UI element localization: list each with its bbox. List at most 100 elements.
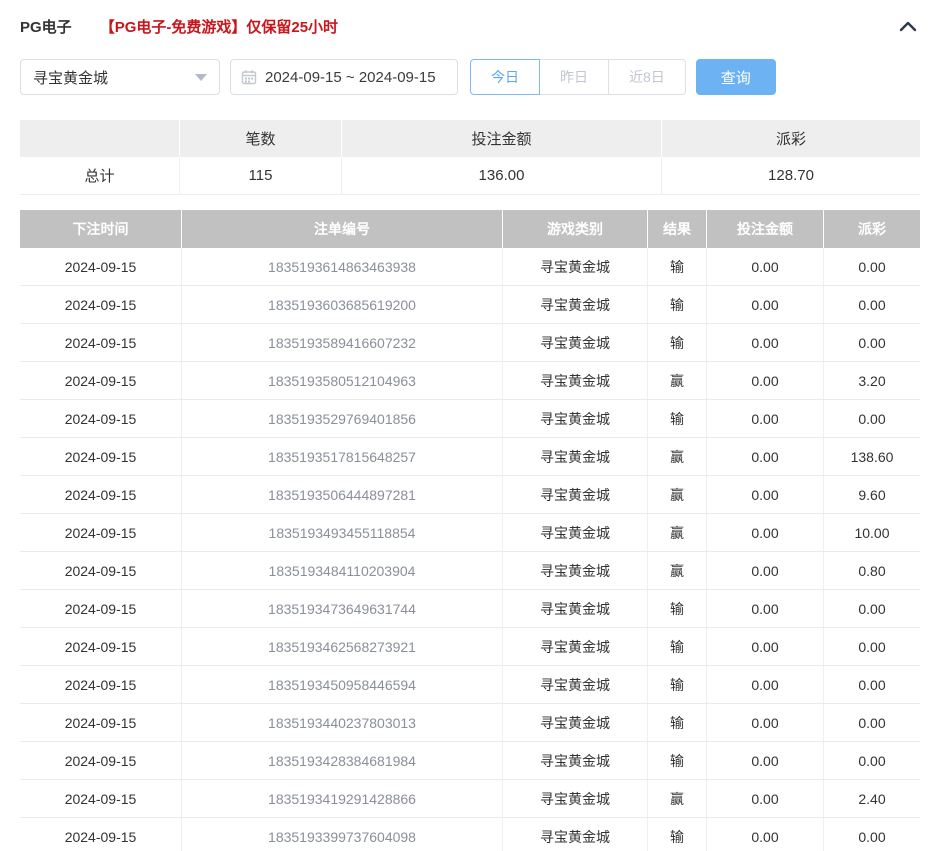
payout-cell: 138.60: [824, 438, 920, 475]
bet-time-cell: 2024-09-15: [20, 286, 182, 323]
bet-time-cell: 2024-09-15: [20, 552, 182, 589]
payout-cell: 0.00: [824, 590, 920, 627]
game-type-cell: 寻宝黄金城: [503, 818, 648, 851]
game-type-cell: 寻宝黄金城: [503, 552, 648, 589]
bet-id-cell: 1835193428384681984: [182, 742, 503, 779]
summary-header-row: 笔数投注金额派彩: [20, 120, 920, 157]
bet-amount-cell: 0.00: [707, 438, 824, 475]
payout-cell: 0.00: [824, 324, 920, 361]
bet-id-cell: 1835193493455118854: [182, 514, 503, 551]
payout-cell: 0.00: [824, 742, 920, 779]
game-type-cell: 寻宝黄金城: [503, 476, 648, 513]
game-type-cell: 寻宝黄金城: [503, 590, 648, 627]
payout-cell: 2.40: [824, 780, 920, 817]
payout-cell: 0.80: [824, 552, 920, 589]
summary-total-cell-1: 115: [180, 157, 342, 195]
bet-time-cell: 2024-09-15: [20, 438, 182, 475]
collapse-button[interactable]: [896, 14, 920, 38]
game-type-cell: 寻宝黄金城: [503, 324, 648, 361]
result-cell: 赢: [648, 552, 707, 589]
bet-amount-cell: 0.00: [707, 324, 824, 361]
game-type-cell: 寻宝黄金城: [503, 248, 648, 285]
bet-column-header-2: 游戏类别: [503, 210, 648, 248]
payout-cell: 9.60: [824, 476, 920, 513]
table-row: 2024-09-151835193614863463938寻宝黄金城输0.000…: [20, 248, 920, 286]
payout-cell: 0.00: [824, 818, 920, 851]
table-row: 2024-09-151835193529769401856寻宝黄金城输0.000…: [20, 400, 920, 438]
range-button-today[interactable]: 今日: [470, 59, 540, 95]
summary-total-cell-0: 总计: [20, 157, 180, 195]
game-type-cell: 寻宝黄金城: [503, 514, 648, 551]
bet-id-cell: 1835193614863463938: [182, 248, 503, 285]
payout-cell: 0.00: [824, 400, 920, 437]
bet-column-header-1: 注单编号: [182, 210, 503, 248]
query-button[interactable]: 查询: [696, 59, 776, 95]
bet-id-cell: 1835193603685619200: [182, 286, 503, 323]
payout-cell: 0.00: [824, 628, 920, 665]
result-cell: 输: [648, 818, 707, 851]
summary-column-header-0: [20, 120, 180, 157]
range-button-yesterday[interactable]: 昨日: [540, 59, 609, 95]
date-range-input[interactable]: 2024-09-15 ~ 2024-09-15: [230, 59, 458, 95]
bet-column-header-0: 下注时间: [20, 210, 182, 248]
panel-header: PG电子 【PG电子-免费游戏】仅保留25小时: [20, 14, 920, 38]
bet-id-cell: 1835193450958446594: [182, 666, 503, 703]
bet-id-cell: 1835193440237803013: [182, 704, 503, 741]
bet-amount-cell: 0.00: [707, 286, 824, 323]
bet-id-cell: 1835193517815648257: [182, 438, 503, 475]
chevron-down-icon: [195, 74, 207, 81]
bet-id-cell: 1835193529769401856: [182, 400, 503, 437]
bet-id-cell: 1835193462568273921: [182, 628, 503, 665]
bet-id-cell: 1835193589416607232: [182, 324, 503, 361]
result-cell: 输: [648, 704, 707, 741]
payout-cell: 0.00: [824, 248, 920, 285]
game-type-cell: 寻宝黄金城: [503, 704, 648, 741]
bet-column-header-3: 结果: [648, 210, 707, 248]
bet-id-cell: 1835193580512104963: [182, 362, 503, 399]
bet-time-cell: 2024-09-15: [20, 818, 182, 851]
chevron-up-icon: [899, 20, 917, 32]
calendar-icon: [241, 69, 257, 85]
game-select[interactable]: 寻宝黄金城: [20, 59, 220, 95]
bet-id-cell: 1835193506444897281: [182, 476, 503, 513]
result-cell: 赢: [648, 780, 707, 817]
bet-amount-cell: 0.00: [707, 248, 824, 285]
bet-amount-cell: 0.00: [707, 628, 824, 665]
bet-time-cell: 2024-09-15: [20, 476, 182, 513]
bet-time-cell: 2024-09-15: [20, 628, 182, 665]
payout-cell: 0.00: [824, 704, 920, 741]
table-row: 2024-09-151835193506444897281寻宝黄金城赢0.009…: [20, 476, 920, 514]
payout-cell: 10.00: [824, 514, 920, 551]
result-cell: 输: [648, 286, 707, 323]
game-type-cell: 寻宝黄金城: [503, 628, 648, 665]
bet-amount-cell: 0.00: [707, 552, 824, 589]
result-cell: 输: [648, 324, 707, 361]
summary-table: 笔数投注金额派彩 总计115136.00128.70: [20, 120, 920, 195]
bet-time-cell: 2024-09-15: [20, 742, 182, 779]
result-cell: 输: [648, 590, 707, 627]
summary-column-header-2: 投注金额: [342, 120, 662, 157]
table-row: 2024-09-151835193493455118854寻宝黄金城赢0.001…: [20, 514, 920, 552]
result-cell: 输: [648, 248, 707, 285]
game-select-value: 寻宝黄金城: [33, 67, 108, 88]
result-cell: 赢: [648, 514, 707, 551]
bet-column-header-5: 派彩: [824, 210, 920, 248]
date-range-value: 2024-09-15 ~ 2024-09-15: [265, 69, 436, 86]
range-button-last8days[interactable]: 近8日: [609, 59, 686, 95]
bet-time-cell: 2024-09-15: [20, 704, 182, 741]
game-type-cell: 寻宝黄金城: [503, 438, 648, 475]
range-button-group: 今日 昨日 近8日: [470, 59, 686, 95]
summary-total-cell-3: 128.70: [662, 157, 920, 195]
table-row: 2024-09-151835193462568273921寻宝黄金城输0.000…: [20, 628, 920, 666]
table-row: 2024-09-151835193399737604098寻宝黄金城输0.000…: [20, 818, 920, 851]
table-row: 2024-09-151835193603685619200寻宝黄金城输0.000…: [20, 286, 920, 324]
game-type-cell: 寻宝黄金城: [503, 780, 648, 817]
filter-bar: 寻宝黄金城 2024-09-15 ~ 2024-09-15 今日 昨日 近8日 …: [20, 59, 920, 95]
bet-time-cell: 2024-09-15: [20, 780, 182, 817]
bet-amount-cell: 0.00: [707, 514, 824, 551]
bet-id-cell: 1835193419291428866: [182, 780, 503, 817]
bet-amount-cell: 0.00: [707, 590, 824, 627]
table-row: 2024-09-151835193484110203904寻宝黄金城赢0.000…: [20, 552, 920, 590]
bet-time-cell: 2024-09-15: [20, 324, 182, 361]
summary-total-cell-2: 136.00: [342, 157, 662, 195]
